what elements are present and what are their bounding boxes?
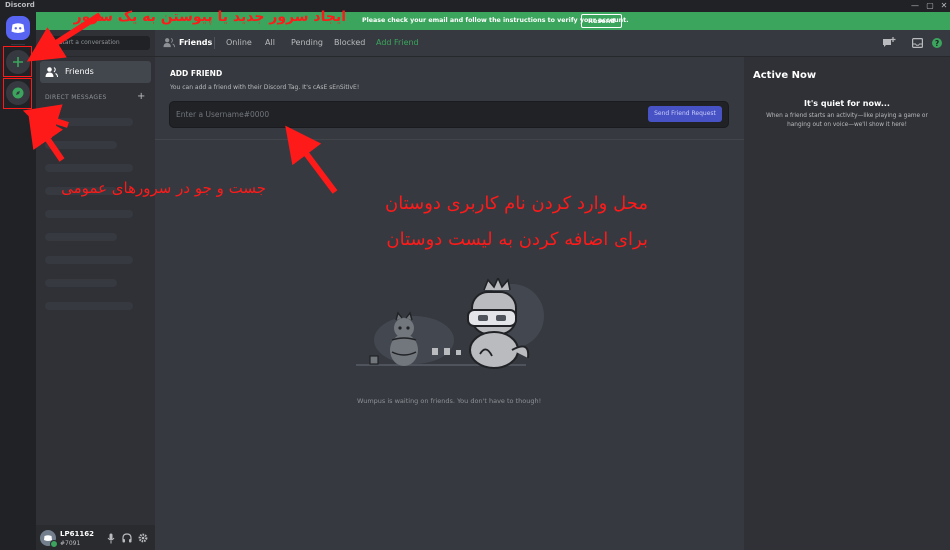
annotation-arrows (22, 12, 338, 194)
annotation-left: جست و جو در سرورهای عمومی (61, 179, 266, 197)
annotation-top: ایجاد سرور جدید یا پیوستن به یک سرور (73, 9, 346, 25)
annotation-center-line1: محل وارد کردن نام کاربری دوستان (385, 193, 648, 214)
annotation-center-line2: برای اضافه کردن به لیست دوستان (386, 229, 648, 250)
arrow-to-explore-bottom (27, 110, 65, 162)
arrow-to-input (285, 125, 338, 194)
arrow-to-explore-top (22, 104, 69, 139)
